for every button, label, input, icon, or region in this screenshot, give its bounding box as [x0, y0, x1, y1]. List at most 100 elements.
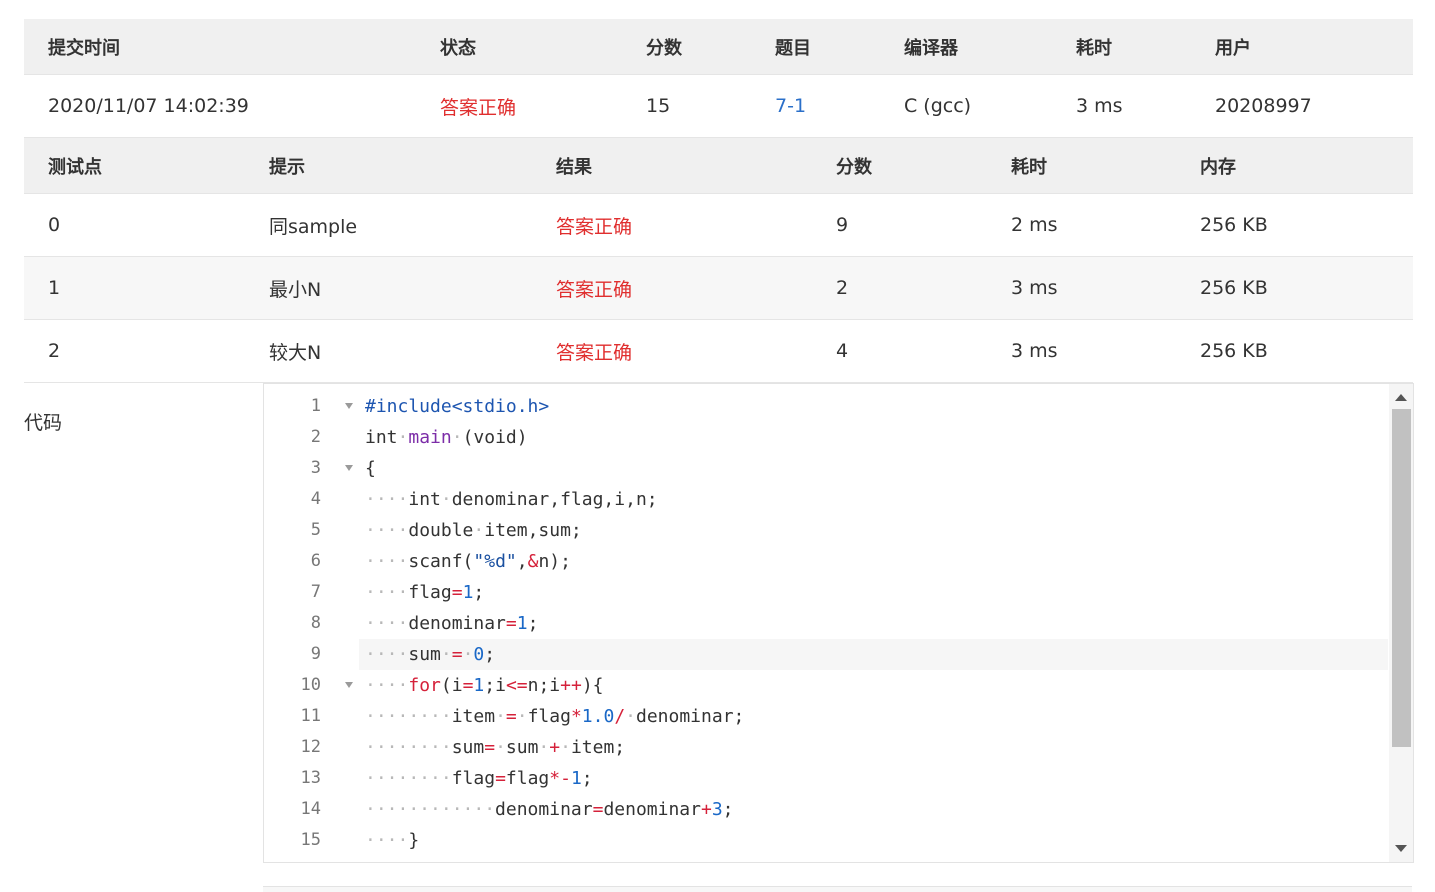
code-text: ····double·item,sum;: [365, 515, 582, 546]
code-line[interactable]: 3{: [264, 453, 1388, 484]
code-text: ····}: [365, 825, 419, 856]
code-token: flag: [408, 582, 452, 603]
editor-bottom-panel: [263, 886, 1412, 892]
scroll-up-arrow-icon[interactable]: [1395, 394, 1407, 401]
code-token: (void): [462, 427, 528, 448]
submission-row: 2020/11/07 14:02:39 答案正确 15 7-1 C (gcc) …: [24, 75, 1413, 138]
code-token: ;: [473, 582, 485, 603]
header-tc-duration: 耗时: [1011, 156, 1047, 178]
code-token: /: [614, 706, 626, 727]
testcase-id: 2: [48, 340, 61, 362]
score: 15: [646, 95, 671, 117]
fold-arrow-icon[interactable]: [345, 403, 353, 409]
line-number: 12: [300, 737, 321, 757]
code-line[interactable]: 8 ····denominar=1;: [264, 608, 1388, 639]
code-line[interactable]: 11 ········item·=·flag*1.0/·denominar;: [264, 701, 1388, 732]
line-number: 7: [310, 582, 321, 602]
code-token: ·: [495, 737, 506, 758]
line-number: 8: [310, 613, 321, 633]
code-line[interactable]: 2 int·main·(void): [264, 422, 1388, 453]
code-token: *: [570, 706, 582, 727]
code-line[interactable]: 5 ····double·item,sum;: [264, 515, 1388, 546]
code-token: ·: [625, 706, 636, 727]
code-token: ·: [473, 520, 485, 541]
header-score: 分数: [646, 37, 682, 59]
code-line[interactable]: 10 ····for(i=1;i<=n;i++){: [264, 670, 1388, 701]
code-token: ····: [365, 551, 409, 572]
code-line[interactable]: 15 ····}: [264, 825, 1388, 856]
testcase-result: 答案正确: [556, 215, 633, 238]
code-line[interactable]: 7 ····flag=1;: [264, 577, 1388, 608]
table-row: 2 较大N 答案正确 4 3 ms 256 KB: [24, 320, 1413, 383]
code-token: ····: [365, 520, 409, 541]
header-tc-score: 分数: [836, 156, 872, 178]
problem-link[interactable]: 7-1: [775, 75, 806, 137]
code-token: ·: [538, 737, 550, 758]
code-token: +: [700, 799, 712, 820]
code-text: ····sum·=·0;: [365, 639, 495, 670]
code-token: main: [408, 427, 452, 448]
testcase-memory: 256 KB: [1200, 214, 1268, 236]
code-line[interactable]: 14 ············denominar=denominar+3;: [264, 794, 1388, 825]
code-line[interactable]: 1 #include<stdio.h>: [264, 391, 1388, 422]
testcase-header-row: 测试点 提示 结果 分数 耗时 内存: [24, 138, 1413, 194]
code-token: =: [451, 582, 463, 603]
code-token: ····: [365, 644, 409, 665]
code-token: +: [549, 737, 561, 758]
code-token: ·: [397, 427, 409, 448]
code-token: int: [408, 489, 441, 510]
code-line[interactable]: 12 ········sum=·sum·+·item;: [264, 732, 1388, 763]
code-line[interactable]: 13 ········flag=flag*-1;: [264, 763, 1388, 794]
code-token: }: [408, 830, 420, 851]
code-line[interactable]: 6 ····scanf("%d",&n);: [264, 546, 1388, 577]
line-number: 2: [310, 427, 321, 447]
header-compiler: 编译器: [904, 37, 958, 59]
header-user: 用户: [1215, 37, 1251, 59]
code-token: &: [527, 551, 539, 572]
code-editor[interactable]: 1 #include<stdio.h> 2 int·main·(void) 3{4 ···…: [263, 383, 1414, 863]
code-text: ····denominar=1;: [365, 608, 538, 639]
vertical-scrollbar[interactable]: [1389, 384, 1413, 862]
code-token: denominar;: [636, 706, 745, 727]
code-line[interactable]: 9 ····sum·=·0;: [264, 639, 1388, 670]
code-token: <=: [505, 675, 528, 696]
code-token: ·: [440, 644, 452, 665]
fold-arrow-icon[interactable]: [345, 682, 353, 688]
header-result: 结果: [556, 156, 592, 178]
testcase-hint: 较大N: [269, 341, 322, 364]
code-token: ·: [516, 706, 528, 727]
code-text: ········item·=·flag*1.0/·denominar;: [365, 701, 744, 732]
code-token: ;: [581, 768, 593, 789]
code-token: 3: [711, 799, 723, 820]
code-token: item;: [570, 737, 626, 758]
code-text: ····scanf("%d",&n);: [365, 546, 571, 577]
line-number: 10: [300, 675, 321, 695]
submit-time: 2020/11/07 14:02:39: [48, 95, 249, 117]
code-token: ············: [365, 799, 496, 820]
table-row: 0 同sample 答案正确 9 2 ms 256 KB: [24, 194, 1413, 257]
code-token: =: [505, 613, 517, 634]
code-token: ;: [484, 644, 496, 665]
compiler: C (gcc): [904, 95, 972, 117]
code-text: ············denominar=denominar+3;: [365, 794, 734, 825]
header-testcase: 测试点: [48, 156, 102, 178]
code-token: #include<stdio.h>: [365, 396, 550, 417]
code-token: *: [549, 768, 561, 789]
code-token: ·: [495, 706, 506, 727]
testcase-id: 0: [48, 214, 61, 236]
fold-arrow-icon[interactable]: [345, 465, 353, 471]
testcase-result: 答案正确: [556, 278, 633, 301]
scroll-down-arrow-icon[interactable]: [1395, 845, 1407, 852]
code-token: ····: [365, 489, 409, 510]
line-number: 15: [300, 830, 321, 850]
code-token: ········: [365, 706, 452, 727]
scrollbar-thumb[interactable]: [1392, 409, 1411, 747]
header-hint: 提示: [269, 156, 305, 178]
table-row: 1 最小N 答案正确 2 3 ms 256 KB: [24, 257, 1413, 320]
submission-header-row: 提交时间 状态 分数 题目 编译器 耗时 用户: [24, 19, 1413, 75]
testcase-memory: 256 KB: [1200, 340, 1268, 362]
code-token: "%d": [473, 551, 517, 572]
code-line[interactable]: 4 ····int·denominar,flag,i,n;: [264, 484, 1388, 515]
code-token: flag: [451, 768, 496, 789]
code-token: ){: [581, 675, 604, 696]
